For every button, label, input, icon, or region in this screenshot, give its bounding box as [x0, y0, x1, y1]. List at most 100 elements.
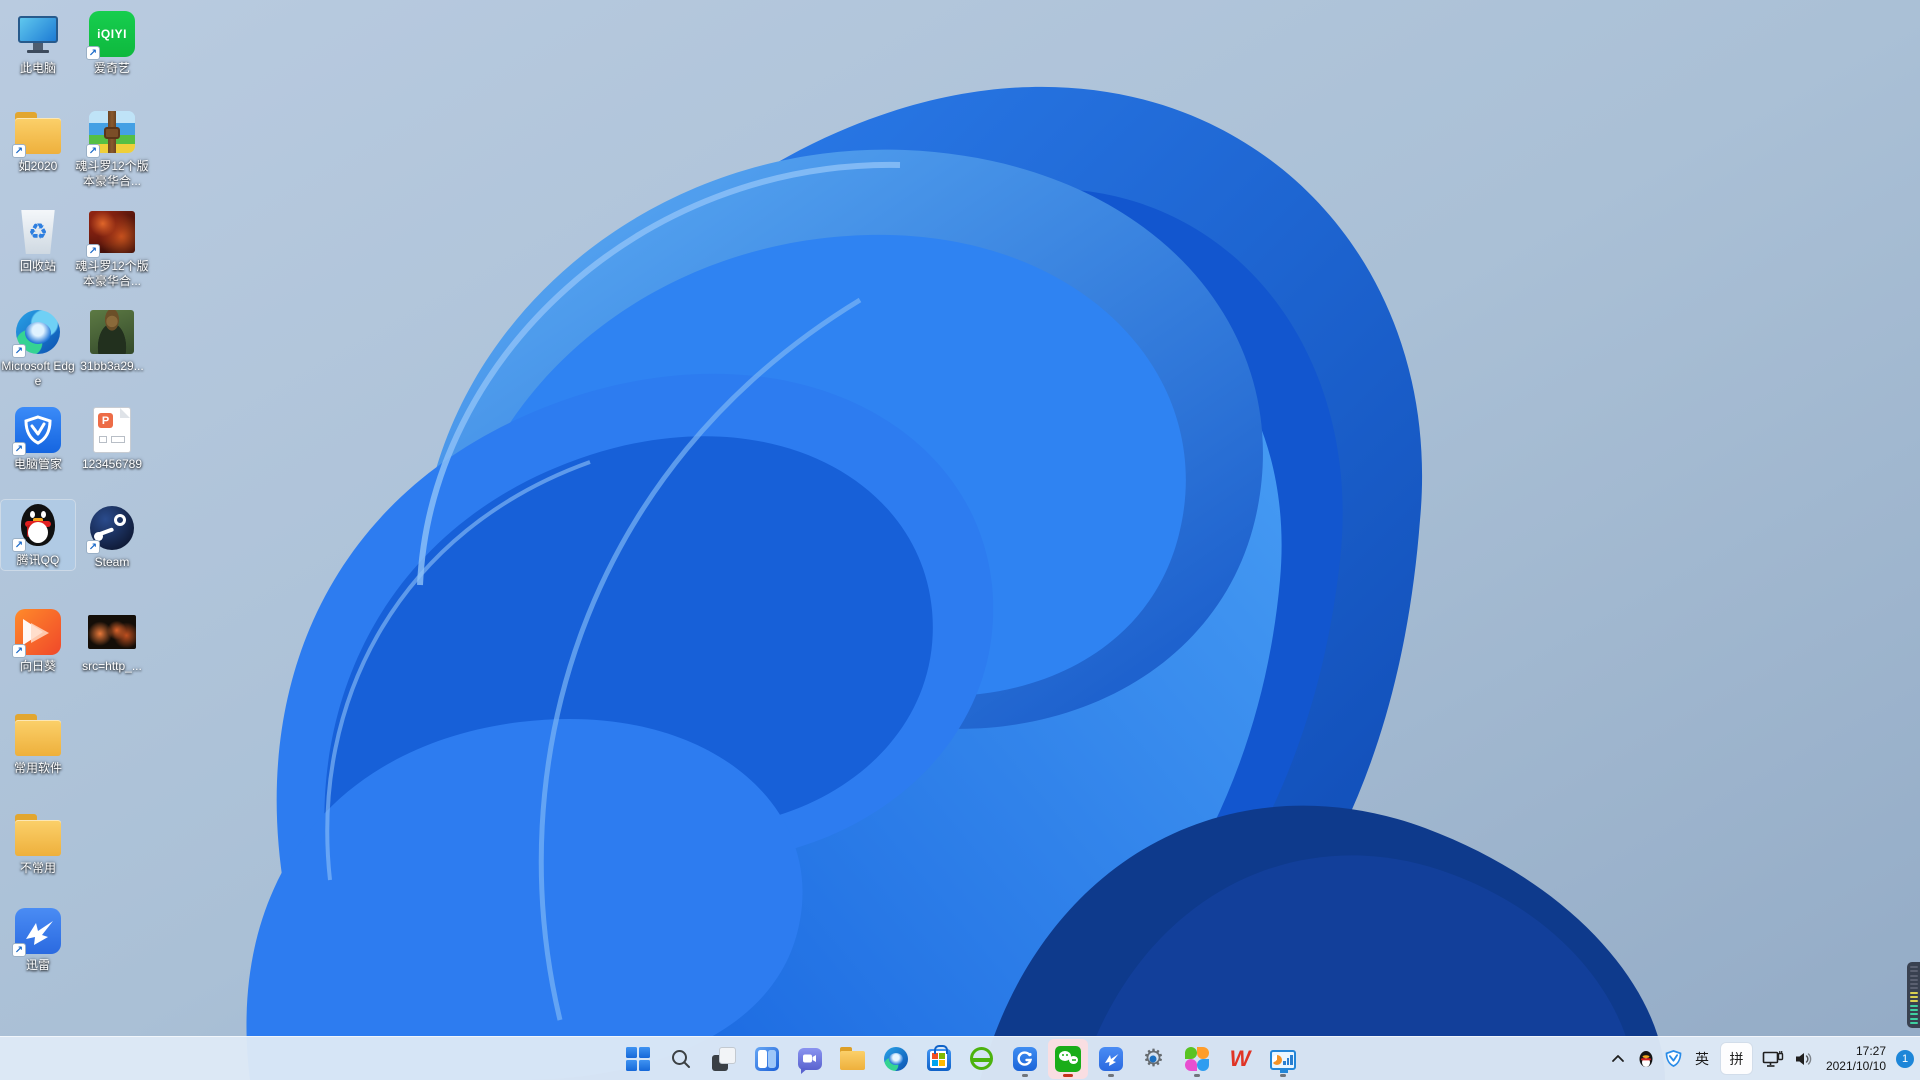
- pc-manager-shield-icon: ↗: [12, 406, 62, 456]
- chat-camera-icon: [797, 1046, 823, 1074]
- desktop-icon-src-image[interactable]: src=http_...: [75, 606, 149, 676]
- desktop-icon-thunder[interactable]: ↗ 迅雷: [1, 905, 75, 975]
- src-image-thumbnail: [88, 608, 136, 656]
- desktop-icon-label: 电脑管家: [13, 457, 62, 471]
- ime-pinyin-box: 拼: [1720, 1043, 1752, 1074]
- shortcut-arrow-icon: ↗: [86, 144, 100, 158]
- desktop-icon-edge[interactable]: ↗ Microsoft Edge: [1, 306, 75, 391]
- clock-date-button[interactable]: 17:27 2021/10/10: [1820, 1041, 1892, 1077]
- widgets-icon: [754, 1046, 780, 1072]
- wechat-button[interactable]: [1047, 1038, 1088, 1079]
- desktop-icon-label: 回收站: [19, 259, 56, 273]
- ime-pinyin-indicator[interactable]: 拼: [1717, 1041, 1756, 1077]
- rar-archive-icon: ↗: [86, 108, 136, 158]
- microsoft-store-button[interactable]: [919, 1039, 959, 1079]
- 360-browser-button[interactable]: [962, 1039, 1002, 1079]
- speaker-icon: [1795, 1052, 1812, 1065]
- tray-qq-icon[interactable]: [1633, 1041, 1659, 1077]
- taskbar-center-icons: ⚙ W: [616, 1037, 1304, 1080]
- qq-penguin-icon: [1639, 1050, 1653, 1067]
- desktop-icon-label: 31bb3a29...: [80, 359, 144, 373]
- hardware-monitor-button[interactable]: [1263, 1039, 1303, 1079]
- chat-button[interactable]: [790, 1039, 830, 1079]
- shortcut-arrow-icon: ↗: [12, 442, 26, 456]
- shortcut-arrow-icon: ↗: [12, 538, 26, 552]
- folder-icon: [14, 810, 62, 858]
- windows-start-icon: [625, 1046, 651, 1072]
- clock-time: 17:27: [1855, 1043, 1886, 1058]
- this-pc-icon: [14, 10, 62, 58]
- desktop-icon-label: 向日葵: [19, 659, 56, 673]
- desktop-icon-iqiyi[interactable]: iQIYI ↗ 爱奇艺: [75, 8, 149, 78]
- hidden-icons-chevron[interactable]: [1605, 1041, 1631, 1077]
- edge-button[interactable]: [876, 1039, 916, 1079]
- task-view-button[interactable]: [704, 1039, 744, 1079]
- shortcut-arrow-icon: ↗: [86, 540, 100, 554]
- desktop-icon-contra-image[interactable]: ↗ 魂斗罗12个版本豪华合...: [75, 206, 149, 291]
- chevron-up-icon: [1612, 1054, 1624, 1062]
- start-button[interactable]: [618, 1039, 658, 1079]
- desktop-icon-tencent-qq[interactable]: ↗ 腾讯QQ: [0, 499, 76, 571]
- shortcut-arrow-icon: ↗: [86, 46, 100, 60]
- shortcut-arrow-icon: ↗: [12, 144, 26, 158]
- volume-tray-button[interactable]: [1790, 1041, 1818, 1077]
- 360-safeguard-button[interactable]: [1005, 1039, 1045, 1079]
- shortcut-arrow-icon: ↗: [12, 943, 26, 957]
- sunflower-remote-icon: ↗: [12, 608, 62, 658]
- running-indicator: [1107, 1073, 1114, 1077]
- desktop-icon-label: 常用软件: [13, 761, 62, 775]
- tray-pc-manager-icon[interactable]: [1661, 1041, 1687, 1077]
- desktop-icon-ppt-file[interactable]: P 123456789: [75, 404, 149, 474]
- thunder-button[interactable]: [1091, 1039, 1131, 1079]
- desktop-icon-label: 魂斗罗12个版本豪华合...: [75, 259, 149, 288]
- hardware-meter-widget[interactable]: [1907, 962, 1920, 1028]
- steam-icon: ↗: [86, 504, 136, 554]
- desktop-icon-recycle-bin[interactable]: ♻ 回收站: [1, 206, 75, 276]
- clover-app-icon: [1184, 1046, 1210, 1072]
- ime-english-indicator[interactable]: 英: [1689, 1041, 1715, 1077]
- running-indicator: [1279, 1073, 1286, 1077]
- desktop-icon-contra-rar[interactable]: ↗ 魂斗罗12个版本豪华合...: [75, 106, 149, 191]
- file-explorer-button[interactable]: [833, 1039, 873, 1079]
- desktop-icon-label: Steam: [94, 555, 130, 569]
- desktop-icon-folder-ru2020[interactable]: ↗ 如2020: [1, 106, 75, 176]
- desktop-icon-folder-rare[interactable]: 不常用: [1, 808, 75, 878]
- thunder-bird-icon: [1098, 1046, 1124, 1072]
- desktop-icon-steam[interactable]: ↗ Steam: [75, 502, 149, 572]
- wps-office-button[interactable]: W: [1220, 1039, 1260, 1079]
- notification-count-badge[interactable]: 1: [1896, 1049, 1914, 1068]
- desktop-icon-label: 魂斗罗12个版本豪华合...: [75, 159, 149, 188]
- widgets-button[interactable]: [747, 1039, 787, 1079]
- folder-icon: [14, 710, 62, 758]
- iqiyi-icon: iQIYI ↗: [86, 10, 136, 60]
- desktop-icon-label: 不常用: [19, 861, 56, 875]
- search-button[interactable]: [661, 1039, 701, 1079]
- desktop-icon-this-pc[interactable]: 此电脑: [1, 8, 75, 78]
- desktop-icon-photo[interactable]: 31bb3a29...: [75, 306, 149, 376]
- shortcut-arrow-icon: ↗: [86, 244, 100, 258]
- microsoft-store-icon: [926, 1044, 952, 1072]
- thunder-bird-icon: ↗: [12, 907, 62, 957]
- shortcut-arrow-icon: ↗: [12, 344, 26, 358]
- running-indicator: [1021, 1073, 1028, 1077]
- desktop-icon-label: 123456789: [81, 457, 143, 471]
- desktop-icon-folder-common[interactable]: 常用软件: [1, 708, 75, 778]
- wps-w-icon: W: [1229, 1045, 1251, 1071]
- edge-icon: [883, 1046, 909, 1072]
- recycle-bin-icon: ♻: [14, 208, 62, 256]
- 360-browser-icon: [969, 1046, 995, 1072]
- settings-button[interactable]: ⚙: [1134, 1039, 1174, 1079]
- app-clover-button[interactable]: [1177, 1039, 1217, 1079]
- task-view-icon: [711, 1046, 737, 1072]
- desktop-icon-label: 此电脑: [19, 61, 56, 75]
- game-image-thumbnail: ↗: [86, 208, 136, 258]
- wechat-icon: [1054, 1045, 1081, 1072]
- desktop-icon-sunflower[interactable]: ↗ 向日葵: [1, 606, 75, 676]
- desktop-icon-label: 迅雷: [25, 958, 50, 972]
- network-tray-button[interactable]: [1758, 1041, 1788, 1077]
- desktop-icon-pc-manager[interactable]: ↗ 电脑管家: [1, 404, 75, 474]
- ppt-file-icon: P: [88, 406, 136, 454]
- photo-thumbnail: [88, 308, 136, 356]
- qq-penguin-icon: ↗: [12, 502, 62, 552]
- hardware-monitor-icon: [1269, 1046, 1296, 1073]
